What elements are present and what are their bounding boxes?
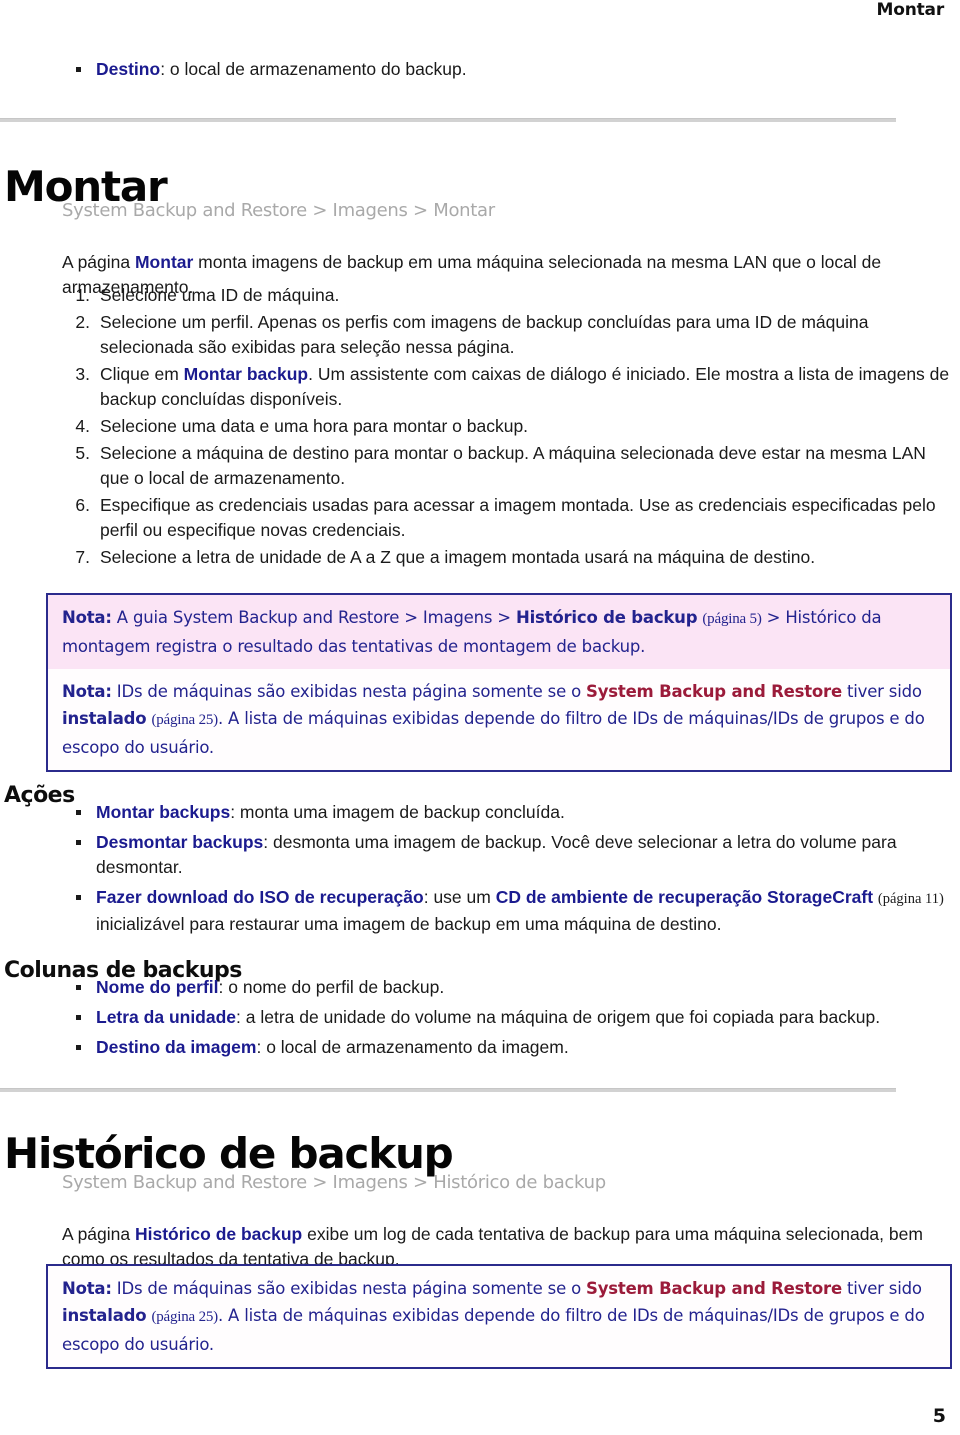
- section-divider-montar: [0, 118, 896, 122]
- step-text: Selecione um perfil. Apenas os perfis co…: [100, 312, 869, 357]
- action-term: Fazer download do ISO de recuperação: [96, 887, 424, 907]
- glossary-term-destino: Destino: [96, 59, 161, 79]
- note-text-1: IDs de máquinas são exibidas nesta págin…: [111, 682, 587, 701]
- step-6: Especifique as credenciais usadas para a…: [62, 493, 952, 543]
- step-4: Selecione uma data e uma hora para monta…: [62, 414, 952, 439]
- breadcrumb-historico: System Backup and Restore > Imagens > Hi…: [62, 1172, 606, 1193]
- section-divider-historico: [0, 1088, 896, 1092]
- inline-link-montar-backup[interactable]: Montar backup: [184, 364, 308, 384]
- action-description: inicializável para restaurar uma imagem …: [96, 914, 722, 934]
- step-3: Clique em Montar backup. Um assistente c…: [62, 362, 952, 412]
- list-item-download-iso: Fazer download do ISO de recuperação: us…: [68, 885, 952, 937]
- note-text-1: A guia System Backup and Restore > Image…: [111, 608, 516, 627]
- list-item-montar-backups: Montar backups: monta uma imagem de back…: [68, 800, 952, 825]
- inline-link-montar[interactable]: Montar: [135, 252, 193, 272]
- page-number: 5: [932, 1405, 946, 1427]
- inline-link-cd-recuperacao[interactable]: CD de ambiente de recuperação StorageCra…: [496, 887, 873, 907]
- action-description-mid: : use um: [423, 887, 496, 907]
- list-item-text: : o local de armazenamento do backup.: [160, 59, 467, 79]
- step-text: Especifique as credenciais usadas para a…: [100, 495, 936, 540]
- list-item-desmontar-backups: Desmontar backups: desmonta uma imagem d…: [68, 830, 952, 880]
- note-label: Nota:: [62, 608, 112, 627]
- note-ids-maquinas-historico: Nota: IDs de máquinas são exibidas nesta…: [48, 1266, 950, 1367]
- page-reference[interactable]: (página 5): [702, 611, 761, 627]
- note-text-1: IDs de máquinas são exibidas nesta págin…: [111, 1279, 587, 1298]
- intro-pre: A página: [62, 251, 135, 272]
- running-header: Montar: [876, 0, 945, 20]
- action-term: Montar backups: [96, 802, 231, 822]
- note-emphasis-instalado: instalado: [62, 1306, 147, 1325]
- step-1: Selecione uma ID de máquina.: [62, 283, 952, 308]
- step-text-pre: Clique em: [100, 364, 184, 384]
- column-description: : o local de armazenamento da imagem.: [256, 1037, 569, 1057]
- breadcrumb-montar: System Backup and Restore > Imagens > Mo…: [62, 200, 495, 221]
- product-name: System Backup and Restore: [586, 682, 842, 701]
- column-term: Destino da imagem: [96, 1037, 257, 1057]
- colunas-list: Nome do perfil: o nome do perfil de back…: [68, 975, 952, 1065]
- action-description: : monta uma imagem de backup concluída.: [230, 802, 565, 822]
- list-item-letra-da-unidade: Letra da unidade: a letra de unidade do …: [68, 1005, 952, 1030]
- procedure-steps-montar: Selecione uma ID de máquina. Selecione u…: [62, 283, 952, 572]
- column-term: Nome do perfil: [96, 977, 219, 997]
- note-emphasis-historico: Histórico de backup: [515, 608, 698, 627]
- step-7: Selecione a letra de unidade de A a Z qu…: [62, 545, 952, 570]
- note-emphasis-instalado: instalado: [62, 709, 147, 728]
- column-term: Letra da unidade: [96, 1007, 237, 1027]
- page-reference[interactable]: (página 11): [878, 891, 944, 907]
- column-description: : a letra de unidade do volume na máquin…: [236, 1007, 881, 1027]
- step-2: Selecione um perfil. Apenas os perfis co…: [62, 310, 952, 360]
- step-text: Selecione uma ID de máquina.: [100, 285, 340, 305]
- acoes-list: Montar backups: monta uma imagem de back…: [68, 800, 952, 942]
- note-text-2: tiver sido: [841, 1279, 922, 1298]
- note-ids-maquinas-montar: Nota: IDs de máquinas são exibidas nesta…: [48, 669, 950, 770]
- product-name: System Backup and Restore: [586, 1279, 842, 1298]
- intro-pre: A página: [62, 1223, 135, 1244]
- note-box-montar: Nota: A guia System Backup and Restore >…: [46, 593, 952, 772]
- note-label: Nota:: [62, 682, 112, 701]
- note-historico-montagem: Nota: A guia System Backup and Restore >…: [48, 595, 950, 669]
- step-5: Selecione a máquina de destino para mont…: [62, 441, 952, 491]
- note-label: Nota:: [62, 1279, 112, 1298]
- note-box-historico: Nota: IDs de máquinas são exibidas nesta…: [46, 1264, 952, 1369]
- section-heading-acoes: Ações: [4, 783, 75, 809]
- list-item-nome-do-perfil: Nome do perfil: o nome do perfil de back…: [68, 975, 952, 1000]
- note-text-2: tiver sido: [841, 682, 922, 701]
- page-reference[interactable]: (página 25): [151, 1309, 218, 1325]
- step-text: Selecione a letra de unidade de A a Z qu…: [100, 547, 816, 567]
- step-text: Selecione a máquina de destino para mont…: [100, 443, 926, 488]
- list-item: Destino: o local de armazenamento do bac…: [68, 57, 908, 82]
- page-reference[interactable]: (página 25): [151, 712, 218, 728]
- inline-link-historico-backup[interactable]: Histórico de backup: [135, 1224, 302, 1244]
- column-description: : o nome do perfil de backup.: [218, 977, 445, 997]
- action-term: Desmontar backups: [96, 832, 264, 852]
- list-item-destino-da-imagem: Destino da imagem: o local de armazename…: [68, 1035, 952, 1060]
- step-text: Selecione uma data e uma hora para monta…: [100, 416, 529, 436]
- top-bullet-list: Destino: o local de armazenamento do bac…: [68, 57, 908, 87]
